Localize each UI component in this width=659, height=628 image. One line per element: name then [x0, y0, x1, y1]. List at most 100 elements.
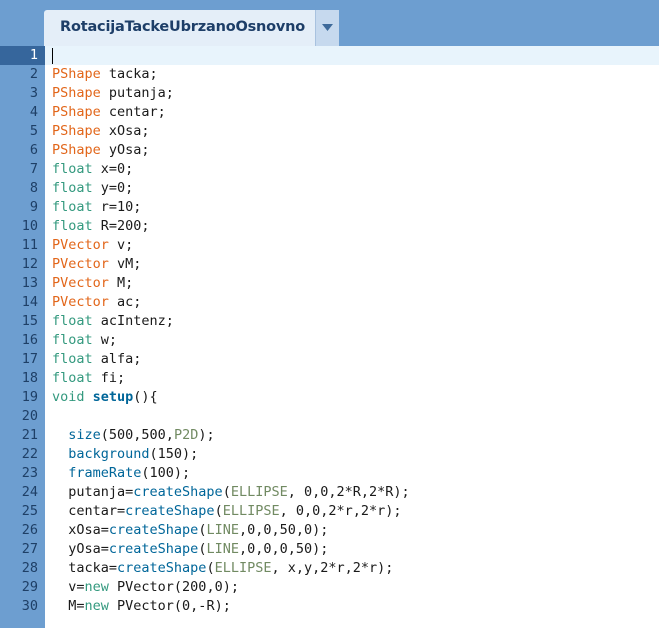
code-token: createShape [108, 522, 199, 538]
line-number: 30 [21, 598, 38, 614]
code-token: float [52, 370, 93, 386]
code-line[interactable]: PShape centar; [52, 103, 166, 122]
line-number: 20 [21, 408, 38, 424]
line-number: 9 [29, 199, 38, 215]
tab-bar: RotacijaTackeUbrzanoOsnovno [0, 0, 659, 46]
code-token: fi; [92, 370, 126, 386]
line-number: 23 [21, 465, 38, 481]
code-editor[interactable]: PShape tacka; PShape putanja; PShape centa… [45, 46, 659, 628]
code-line[interactable]: PShape yOsa; [52, 141, 150, 160]
chevron-down-icon[interactable] [322, 24, 333, 32]
code-token: ); [198, 427, 215, 443]
tab-menu-button[interactable] [315, 10, 339, 46]
code-token: (150); [149, 446, 199, 462]
code-token: PShape [52, 142, 101, 158]
code-token: new [84, 579, 109, 595]
code-token: alfa; [92, 351, 142, 367]
line-number: 1 [29, 47, 38, 63]
code-token: x=0; [92, 161, 134, 177]
code-token: PVector(0,-R); [108, 598, 231, 614]
current-line-highlight [45, 46, 659, 65]
code-token: float [52, 218, 93, 234]
code-line[interactable]: PVector vM; [52, 255, 141, 274]
line-number: 19 [21, 389, 38, 405]
line-number: 18 [21, 370, 38, 386]
code-line[interactable]: float r=10; [52, 198, 141, 217]
code-token: w; [92, 332, 118, 348]
code-token: float [52, 199, 93, 215]
line-number: 2 [29, 66, 38, 82]
code-token: createShape [125, 503, 215, 519]
code-line[interactable]: tacka=createShape(ELLIPSE, x,y,2*r,2*r); [52, 559, 393, 578]
code-line[interactable]: PShape tacka; [52, 65, 158, 84]
code-token: float [52, 180, 93, 196]
line-number: 15 [21, 313, 38, 329]
code-token: new [84, 598, 109, 614]
line-number: 7 [29, 161, 38, 177]
code-line[interactable]: PVector ac; [52, 293, 141, 312]
code-line[interactable]: float acIntenz; [52, 312, 174, 331]
line-number: 22 [21, 446, 38, 462]
code-line[interactable]: PShape xOsa; [52, 122, 150, 141]
code-token: yOsa= [52, 541, 109, 557]
code-token: ( [206, 560, 215, 576]
code-token: ( [214, 503, 223, 519]
code-line[interactable]: float x=0; [52, 160, 133, 179]
line-number: 4 [29, 104, 38, 120]
code-token: acIntenz; [92, 313, 174, 329]
line-number: 8 [29, 180, 38, 196]
line-number: 3 [29, 85, 38, 101]
code-line[interactable]: background(150); [52, 445, 198, 464]
code-line[interactable]: size(500,500,P2D); [52, 426, 215, 445]
code-line[interactable]: PVector v; [52, 236, 133, 255]
code-line[interactable]: M=new PVector(0,-R); [52, 597, 231, 616]
code-token: PVector [52, 256, 109, 272]
code-line[interactable]: xOsa=createShape(LINE,0,0,50,0); [52, 521, 328, 540]
code-token: PShape [52, 66, 101, 82]
code-token: putanja= [52, 484, 134, 500]
code-line[interactable]: float w; [52, 331, 117, 350]
code-token: createShape [133, 484, 223, 500]
code-token: ELLIPSE [214, 560, 272, 576]
code-line[interactable]: float fi; [52, 369, 125, 388]
line-number: 14 [21, 294, 38, 310]
code-token: , x,y,2*r,2*r); [271, 560, 394, 576]
code-token: createShape [117, 560, 207, 576]
code-token: v= [52, 579, 85, 595]
code-token: centar; [100, 104, 166, 120]
code-line[interactable]: float y=0; [52, 179, 133, 198]
code-token: tacka= [52, 560, 118, 576]
code-token: ELLIPSE [230, 484, 288, 500]
code-line[interactable]: PShape putanja; [52, 84, 174, 103]
code-token: PVector [52, 294, 109, 310]
line-number: 27 [21, 541, 38, 557]
code-line[interactable]: float alfa; [52, 350, 141, 369]
code-token: tacka; [100, 66, 158, 82]
code-token: LINE [206, 541, 239, 557]
line-number: 6 [29, 142, 38, 158]
code-line[interactable]: centar=createShape(ELLIPSE, 0,0,2*r,2*r)… [52, 502, 402, 521]
code-line[interactable]: yOsa=createShape(LINE,0,0,0,50); [52, 540, 328, 559]
code-token: float [52, 332, 93, 348]
code-line[interactable]: void setup(){ [52, 388, 158, 407]
line-number: 10 [21, 218, 38, 234]
code-token: PShape [52, 85, 101, 101]
code-token: putanja; [100, 85, 174, 101]
line-number-gutter: 1 2 3 4 5 6 7 8 9 10 11 12 13 14 15 16 17 18 19 20 21 22 23 24 2… [0, 46, 45, 628]
code-token: , 0,0,2*r,2*r); [279, 503, 402, 519]
code-line[interactable]: PVector M; [52, 274, 133, 293]
code-line[interactable]: putanja=createShape(ELLIPSE, 0,0,2*R,2*R… [52, 483, 409, 502]
code-token: centar= [52, 503, 126, 519]
tab-title[interactable]: RotacijaTackeUbrzanoOsnovno [60, 19, 305, 35]
line-number: 11 [21, 237, 38, 253]
code-line[interactable]: v=new PVector(200,0); [52, 578, 239, 597]
line-number: 5 [29, 123, 38, 139]
code-line[interactable]: frameRate(100); [52, 464, 190, 483]
code-token: y=0; [92, 180, 134, 196]
code-line[interactable]: float R=200; [52, 217, 150, 236]
code-token: ( [222, 484, 231, 500]
tab-sketch[interactable]: RotacijaTackeUbrzanoOsnovno [44, 10, 339, 46]
